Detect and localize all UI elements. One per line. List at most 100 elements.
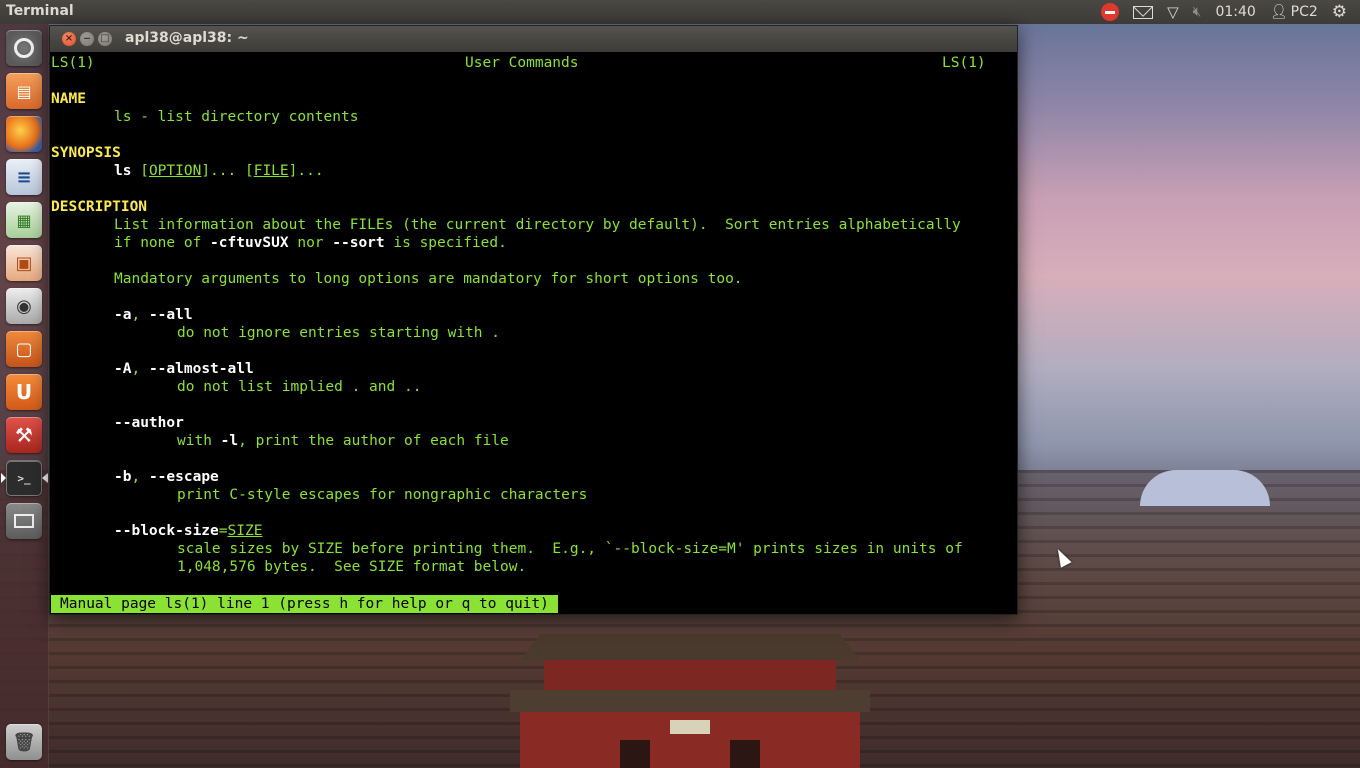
synopsis-text: [ bbox=[131, 163, 149, 179]
option-flag: --block-size bbox=[114, 523, 219, 539]
mandatory-note: Mandatory arguments to long options are … bbox=[114, 271, 743, 287]
terminal-output[interactable]: LS(1) User Commands LS(1) NAME ls - list… bbox=[51, 54, 1014, 613]
description-text: is specified. bbox=[384, 235, 507, 251]
section-synopsis-heading: SYNOPSIS bbox=[51, 145, 121, 161]
option-flag: -l bbox=[220, 433, 239, 449]
option-author: --author bbox=[114, 415, 184, 431]
shopping-bag-icon: ▢ bbox=[15, 338, 33, 360]
option-block-size: --block-size=SIZE bbox=[114, 522, 262, 540]
workspace-icon bbox=[14, 514, 34, 528]
synopsis-text: ]... [ bbox=[201, 163, 254, 179]
name-text: ls - list directory contents bbox=[114, 109, 359, 125]
option-flag: --almost-all bbox=[148, 361, 254, 377]
running-indicator bbox=[1, 473, 6, 483]
messaging-indicator[interactable] bbox=[1126, 0, 1160, 24]
option-arg: SIZE bbox=[227, 523, 263, 539]
palace-lower-roof bbox=[510, 690, 870, 712]
synopsis-command: ls bbox=[114, 163, 132, 179]
launcher-writer-button[interactable]: ≡ bbox=[6, 159, 42, 195]
indicator-area: ▽ 🔇︎ 01:40 👤︎ PC2 ⚙ bbox=[1094, 0, 1354, 24]
user-indicator[interactable]: 👤︎ PC2 bbox=[1263, 0, 1325, 24]
option-sep: , bbox=[131, 469, 149, 485]
network-indicator[interactable]: ▽ bbox=[1160, 0, 1186, 24]
launcher-camera-button[interactable]: ◉ bbox=[6, 288, 42, 324]
launcher-trash-button[interactable]: 🗑︎ bbox=[6, 724, 42, 760]
option-flag: -b bbox=[114, 469, 132, 485]
launcher-calc-button[interactable]: ▦ bbox=[6, 202, 42, 238]
launcher-files-button[interactable]: ▤ bbox=[6, 73, 42, 109]
option-block-size-desc-2: 1,048,576 bytes. See SIZE format below. bbox=[177, 559, 527, 575]
wallpaper-dome bbox=[1140, 470, 1270, 506]
launcher-ubuntu-one-button[interactable]: U bbox=[6, 374, 42, 410]
active-app-title: Terminal bbox=[6, 3, 74, 19]
stop-icon bbox=[1101, 3, 1120, 21]
minimize-icon: ‒ bbox=[83, 33, 91, 44]
option-flag: -A bbox=[114, 361, 132, 377]
option-desc-text: with bbox=[177, 433, 221, 449]
launcher-software-center-button[interactable]: ▢ bbox=[6, 331, 42, 367]
window-titlebar[interactable]: × ‒ □ apl38@apl38: ~ bbox=[50, 26, 1017, 52]
launcher-workspace-button[interactable] bbox=[6, 503, 42, 539]
window-title: apl38@apl38: ~ bbox=[125, 30, 249, 46]
maximize-icon: □ bbox=[100, 33, 110, 44]
palace-body bbox=[544, 660, 836, 690]
ubuntu-logo-icon bbox=[14, 38, 34, 58]
option-A: -A, --almost-all bbox=[114, 360, 254, 378]
option-desc-text: , print the author of each file bbox=[238, 433, 509, 449]
launcher-impress-button[interactable]: ▣ bbox=[6, 245, 42, 281]
option-a-desc: do not ignore entries starting with . bbox=[177, 325, 501, 341]
libreoffice-calc-icon: ▦ bbox=[16, 210, 32, 230]
user-icon: 👤︎ bbox=[1269, 4, 1288, 20]
libreoffice-impress-icon: ▣ bbox=[15, 252, 33, 274]
palace-door bbox=[730, 740, 760, 768]
description-flags: -cftuvSUX bbox=[210, 235, 289, 251]
palace-door bbox=[620, 740, 650, 768]
volume-muted-icon: 🔇︎ bbox=[1192, 4, 1202, 20]
palace-roof bbox=[520, 634, 860, 660]
mail-icon bbox=[1133, 5, 1154, 19]
launcher-settings-button[interactable]: ⚒ bbox=[6, 417, 42, 453]
sound-indicator[interactable]: 🔇︎ bbox=[1186, 0, 1209, 24]
launcher-firefox-button[interactable] bbox=[6, 116, 42, 152]
wifi-icon: ▽ bbox=[1167, 3, 1179, 21]
active-indicator bbox=[42, 473, 48, 483]
wallpaper-palace bbox=[510, 620, 870, 768]
synopsis-line: ls [OPTION]... [FILE]... bbox=[114, 162, 324, 180]
option-author-desc: with -l, print the author of each file bbox=[177, 432, 509, 450]
minimize-button[interactable]: ‒ bbox=[80, 32, 94, 46]
ubuntu-one-icon: U bbox=[15, 380, 33, 404]
close-button[interactable]: × bbox=[62, 32, 76, 46]
option-flag: -a bbox=[114, 307, 132, 323]
maximize-button[interactable]: □ bbox=[98, 32, 112, 46]
terminal-window[interactable]: × ‒ □ apl38@apl38: ~ LS(1) User Commands… bbox=[49, 25, 1018, 615]
terminal-icon: >_ bbox=[17, 471, 31, 485]
option-flag: --all bbox=[148, 307, 193, 323]
user-name: PC2 bbox=[1290, 4, 1318, 20]
option-b-desc: print C-style escapes for nongraphic cha… bbox=[177, 487, 588, 503]
camera-icon: ◉ bbox=[16, 295, 32, 317]
gear-icon: ⚙ bbox=[1331, 2, 1347, 22]
trash-icon: 🗑︎ bbox=[12, 731, 36, 753]
synopsis-option-arg: OPTION bbox=[148, 163, 202, 179]
option-sep: = bbox=[218, 523, 228, 539]
stop-indicator[interactable] bbox=[1094, 0, 1126, 24]
man-header-left: LS(1) bbox=[51, 55, 95, 71]
option-block-size-desc-1: scale sizes by SIZE before printing them… bbox=[177, 541, 963, 557]
launcher-dash-button[interactable] bbox=[6, 30, 42, 66]
description-line-2: if none of -cftuvSUX nor --sort is speci… bbox=[114, 234, 507, 252]
close-icon: × bbox=[64, 33, 74, 44]
session-indicator[interactable]: ⚙ bbox=[1325, 0, 1354, 24]
folder-icon: ▤ bbox=[16, 81, 32, 101]
option-b: -b, --escape bbox=[114, 468, 219, 486]
launcher-terminal-button[interactable]: >_ bbox=[6, 460, 42, 496]
top-panel: Terminal ▽ 🔇︎ 01:40 👤︎ PC2 ⚙ bbox=[0, 0, 1360, 24]
synopsis-file-arg: FILE bbox=[253, 163, 289, 179]
option-sep: , bbox=[131, 361, 149, 377]
option-sep: , bbox=[131, 307, 149, 323]
clock-indicator[interactable]: 01:40 bbox=[1208, 0, 1262, 24]
palace-plaque bbox=[670, 720, 710, 734]
pager-status-bar: Manual page ls(1) line 1 (press h for he… bbox=[51, 595, 558, 613]
section-description-heading: DESCRIPTION bbox=[51, 199, 148, 215]
option-flag: --escape bbox=[148, 469, 219, 485]
description-text: nor bbox=[288, 235, 333, 251]
